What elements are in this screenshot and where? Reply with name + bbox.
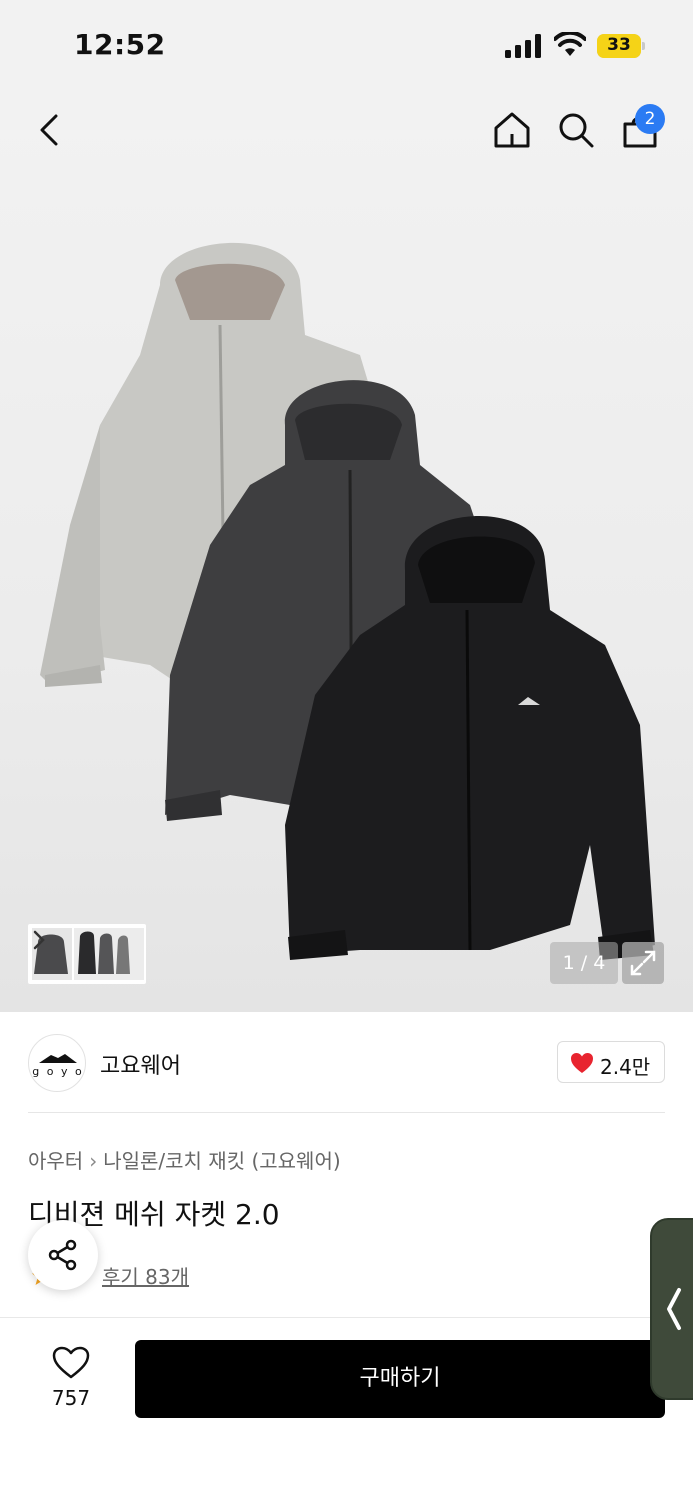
brand-logo-mark: g o y o	[32, 1054, 83, 1078]
thumbnail-image[interactable]	[32, 928, 144, 980]
signal-icon	[505, 34, 541, 58]
share-button[interactable]	[28, 1220, 98, 1290]
battery-icon: 33	[597, 34, 647, 58]
cart-count-badge: 2	[635, 104, 665, 134]
status-time: 12:52	[74, 28, 166, 61]
wifi-icon	[554, 32, 586, 56]
battery-level: 33	[607, 35, 631, 55]
divider	[28, 1112, 665, 1113]
wishlist-button[interactable]: 757	[30, 1340, 112, 1418]
expand-icon[interactable]	[622, 942, 664, 984]
breadcrumb-item[interactable]: 나일론/코치 재킷 (고요웨어)	[103, 1149, 340, 1173]
chevron-right-icon: ›	[89, 1149, 98, 1173]
brand-like-button[interactable]: 2.4만	[557, 1041, 665, 1083]
buy-button[interactable]: 구매하기	[135, 1340, 665, 1418]
brand-name[interactable]: 고요웨어	[100, 1048, 181, 1080]
breadcrumb: 아우터 › 나일론/코치 재킷 (고요웨어)	[28, 1145, 341, 1174]
product-image[interactable]	[30, 225, 670, 985]
heart-filled-icon	[571, 1053, 593, 1073]
bottom-bar-divider	[0, 1317, 693, 1318]
wishlist-count: 757	[51, 1386, 91, 1410]
heart-outline-icon	[52, 1346, 90, 1379]
review-link[interactable]: 후기 83개	[102, 1261, 189, 1290]
chevron-left-icon	[667, 1288, 681, 1330]
brand-logo[interactable]: g o y o	[28, 1034, 86, 1092]
breadcrumb-item[interactable]: 아우터	[28, 1149, 83, 1173]
svg-text:g o y o: g o y o	[32, 1065, 83, 1078]
page-indicator: 1 / 4	[550, 942, 618, 984]
chevron-right-icon[interactable]	[32, 928, 46, 952]
brand-like-count: 2.4만	[600, 1055, 651, 1079]
thumbnail-strip[interactable]	[28, 924, 146, 984]
share-icon	[48, 1239, 77, 1271]
search-icon[interactable]	[554, 108, 598, 152]
side-panel-handle[interactable]	[650, 1218, 693, 1400]
back-icon[interactable]	[30, 108, 70, 152]
status-bar: 12:52 33	[0, 0, 693, 90]
home-icon[interactable]	[490, 108, 534, 152]
